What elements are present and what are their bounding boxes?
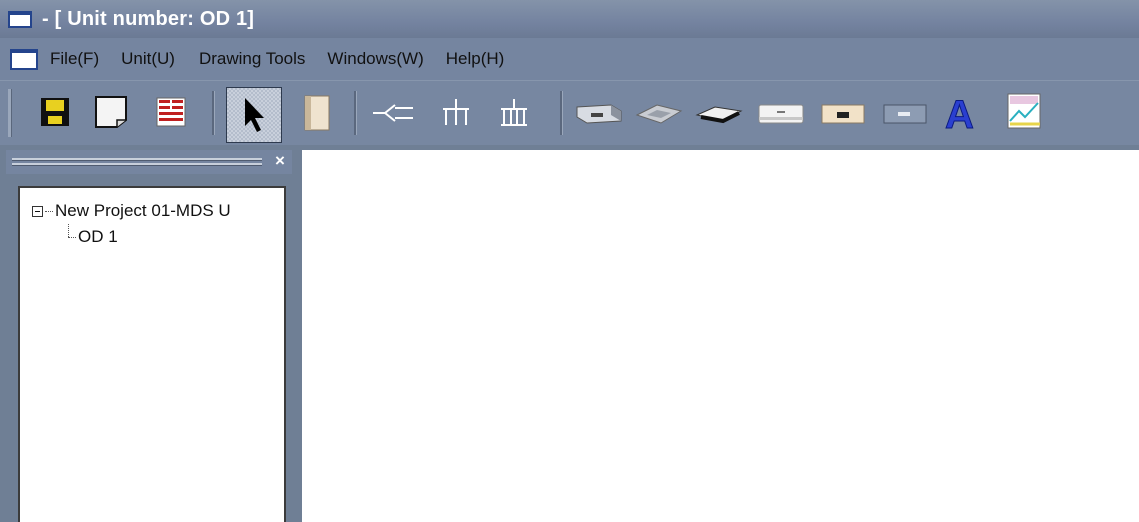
app-icon[interactable]: [8, 10, 32, 28]
picture-tool-icon[interactable]: [1004, 89, 1044, 133]
pipe-branch-icon[interactable]: [370, 95, 416, 131]
new-document-icon[interactable]: [92, 93, 130, 131]
cassette-unit-icon[interactable]: [634, 99, 684, 129]
tree-node-od1[interactable]: OD 1: [68, 227, 118, 247]
outdoor-unit-icon[interactable]: [300, 93, 334, 133]
header-branch-3-icon[interactable]: [436, 93, 476, 133]
text-tool-icon[interactable]: A: [938, 89, 984, 137]
toolbar-separator: [354, 91, 357, 135]
menu-windows[interactable]: Windows(W): [327, 49, 423, 69]
tree-connector: [45, 211, 53, 213]
tree-node-root[interactable]: New Project 01-MDS U: [32, 201, 231, 221]
toolbar-grip[interactable]: [8, 89, 12, 137]
drawing-canvas[interactable]: [302, 150, 1139, 522]
svg-text:A: A: [945, 93, 974, 136]
panel-grip[interactable]: [12, 163, 262, 166]
project-tree: New Project 01-MDS U OD 1: [18, 186, 286, 522]
tree-connector: [68, 237, 76, 239]
toolbar-separator: [560, 91, 563, 135]
report-sheet-icon[interactable]: [154, 95, 188, 129]
select-pointer-icon[interactable]: [226, 87, 282, 143]
menu-drawing-tools[interactable]: Drawing Tools: [199, 49, 305, 69]
document-window-icon[interactable]: [10, 48, 38, 70]
wall-mounted-unit-icon[interactable]: [756, 99, 806, 129]
menu-help[interactable]: Help(H): [446, 49, 505, 69]
menu-file[interactable]: File(F): [50, 49, 99, 69]
tree-node-label[interactable]: OD 1: [78, 227, 118, 246]
ceiling-unit-icon[interactable]: [694, 99, 744, 129]
menu-bar: File(F) Unit(U) Drawing Tools Windows(W)…: [0, 38, 1139, 80]
panel-header: ×: [6, 150, 292, 174]
title-bar: - [ Unit number: OD 1]: [0, 0, 1139, 38]
panel-grip[interactable]: [12, 158, 262, 161]
menu-unit[interactable]: Unit(U): [121, 49, 175, 69]
close-icon[interactable]: ×: [270, 151, 290, 171]
floor-unit-icon[interactable]: [818, 99, 868, 129]
toolbar: A: [0, 80, 1139, 145]
toolbar-separator: [212, 91, 215, 135]
collapse-icon[interactable]: [32, 206, 43, 218]
duct-unit-icon[interactable]: [574, 99, 624, 129]
tree-node-label[interactable]: New Project 01-MDS U: [55, 201, 231, 220]
window-title: - [ Unit number: OD 1]: [42, 7, 255, 30]
console-unit-icon[interactable]: [880, 99, 930, 129]
header-branch-4-icon[interactable]: [494, 93, 534, 133]
save-icon[interactable]: [38, 95, 72, 129]
